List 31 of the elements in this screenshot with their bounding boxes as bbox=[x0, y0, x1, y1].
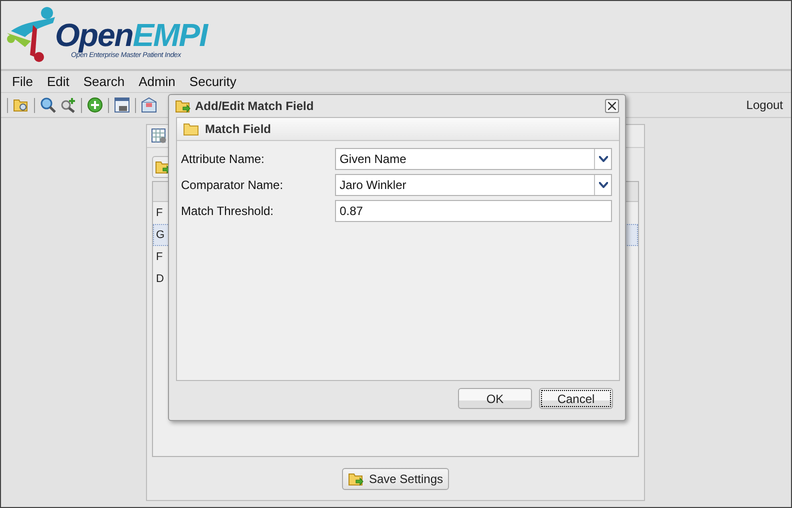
menu-item[interactable]: Security bbox=[182, 74, 244, 89]
folder-icon bbox=[183, 122, 199, 136]
dialog-title: Add/Edit Match Field bbox=[195, 99, 314, 113]
field-label: Comparator Name: bbox=[181, 178, 284, 192]
menu-item[interactable]: File bbox=[5, 74, 40, 89]
grid-settings-icon bbox=[151, 128, 167, 144]
folder-save-icon bbox=[348, 470, 364, 486]
logout-link[interactable]: Logout bbox=[746, 98, 783, 112]
menu-item[interactable]: Admin bbox=[132, 74, 182, 89]
field-label: Match Threshold: bbox=[181, 204, 274, 218]
folder-search-icon[interactable] bbox=[13, 97, 29, 113]
close-icon bbox=[608, 102, 616, 110]
menu-item[interactable]: Search bbox=[76, 74, 132, 89]
form-icon[interactable] bbox=[114, 97, 130, 113]
select-field[interactable]: Given Name bbox=[334, 148, 612, 170]
dialog-button[interactable]: Cancel bbox=[539, 388, 613, 409]
dialog-button[interactable]: OK bbox=[458, 388, 532, 409]
menu-item[interactable]: Edit bbox=[40, 74, 76, 89]
search-icon[interactable] bbox=[40, 97, 56, 113]
save-settings-button[interactable]: Save Settings bbox=[342, 468, 450, 490]
close-button[interactable] bbox=[605, 99, 619, 113]
search-add-icon[interactable] bbox=[60, 97, 76, 113]
section-title: Match Field bbox=[205, 122, 272, 136]
field-label: Attribute Name: bbox=[181, 152, 266, 166]
mail-icon[interactable] bbox=[141, 97, 157, 113]
add-icon[interactable] bbox=[87, 97, 103, 113]
folder-add-icon bbox=[155, 159, 171, 175]
input-field[interactable]: 0.87 bbox=[334, 200, 612, 222]
logo-text: OpenEMPI bbox=[55, 18, 208, 52]
select-field[interactable]: Jaro Winkler bbox=[334, 174, 612, 196]
folder-edit-icon bbox=[175, 98, 191, 114]
